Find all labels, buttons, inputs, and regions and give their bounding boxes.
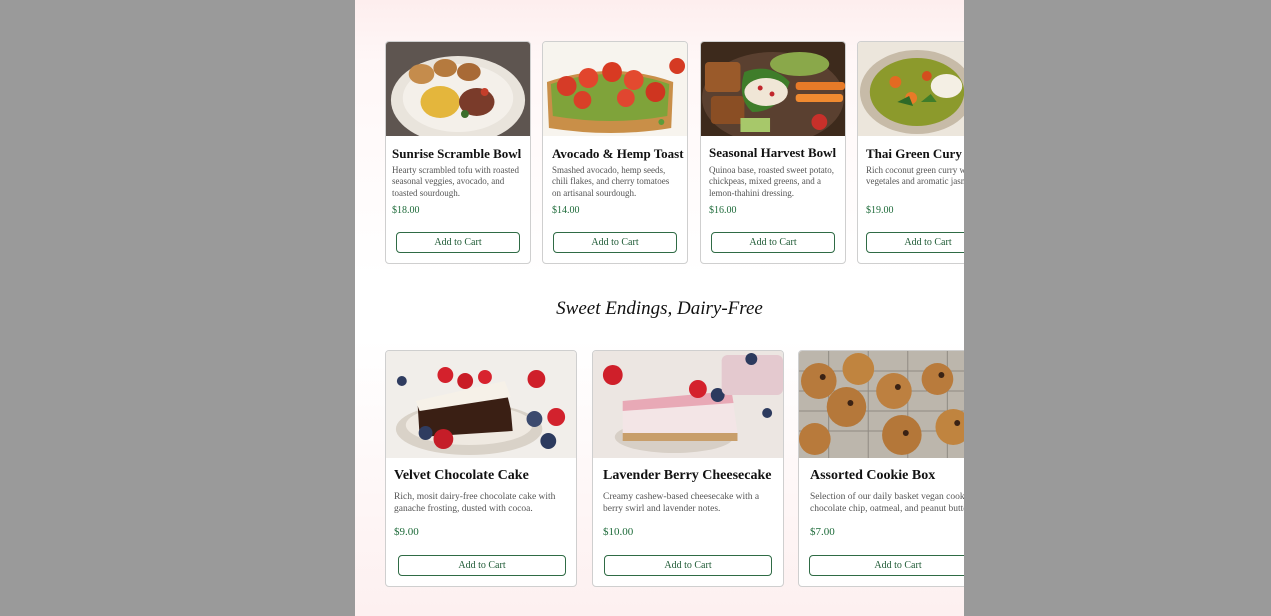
menu-page: Sunrise Scramble Bowl Hearty scrambled t… — [355, 0, 964, 616]
add-to-cart-button[interactable]: Add to Cart — [866, 232, 964, 253]
card-description: Selection of our daily basket vegan cook… — [810, 492, 964, 514]
card-description: Rich coconut green curry with vegetales … — [866, 165, 964, 187]
card-title: Velvet Chocolate Cake — [394, 468, 529, 483]
card-title: Thai Green Cury — [866, 146, 962, 161]
dessert-section-heading: Sweet Endings, Dairy-Free — [556, 298, 763, 319]
menu-card-sunrise-scramble: Sunrise Scramble Bowl Hearty scrambled t… — [385, 41, 531, 264]
cookie-box-photo — [799, 351, 964, 458]
add-to-cart-button[interactable]: Add to Cart — [396, 232, 520, 253]
card-title: Sunrise Scramble Bowl — [392, 146, 522, 161]
chocolate-cake-photo — [386, 351, 576, 458]
card-title: Lavender Berry Cheesecake — [603, 468, 772, 483]
card-title: Assorted Cookie Box — [810, 468, 936, 483]
card-description: Rich, mosit dairy-free chocolate cake wi… — [394, 492, 556, 514]
card-price: $19.00 — [866, 205, 894, 216]
card-title: Avocado & Hemp Toast — [552, 146, 684, 161]
card-price: $18.00 — [392, 205, 420, 216]
card-price: $14.00 — [552, 205, 580, 216]
card-title: Seasonal Harvest Bowl — [709, 145, 837, 160]
avocado-toast-photo — [543, 42, 687, 136]
add-to-cart-button[interactable]: Add to Cart — [553, 232, 677, 253]
card-description: Creamy cashew-based cheesecake with a be… — [603, 492, 760, 514]
menu-card-avocado-toast: Avocado & Hemp Toast Smashed avocado, he… — [542, 41, 688, 264]
card-price: $7.00 — [810, 526, 835, 538]
menu-card-thai-curry: Thai Green Cury Rich coconut green curry… — [857, 41, 964, 264]
add-to-cart-button[interactable]: Add to Cart — [604, 555, 772, 576]
card-price: $16.00 — [709, 205, 737, 216]
harvest-bowl-photo — [701, 42, 845, 136]
card-description: Hearty scrambled tofu with roasted seaso… — [392, 165, 519, 198]
add-to-cart-button[interactable]: Add to Cart — [398, 555, 566, 576]
card-price: $10.00 — [603, 526, 634, 538]
menu-card-harvest-bowl: Seasonal Harvest Bowl Quinoa base, roast… — [700, 41, 846, 264]
card-price: $9.00 — [394, 526, 419, 538]
card-description: Quinoa base, roasted sweet potato, chick… — [709, 165, 834, 198]
card-description: Smashed avocado, hemp seeds, chili flake… — [552, 165, 670, 198]
menu-card-lavender-cheesecake: Lavender Berry Cheesecake Creamy cashew-… — [592, 350, 784, 587]
thai-curry-photo — [858, 42, 964, 136]
add-to-cart-button[interactable]: Add to Cart — [711, 232, 835, 253]
add-to-cart-button[interactable]: Add to Cart — [809, 555, 964, 576]
menu-card-chocolate-cake: Velvet Chocolate Cake Rich, mosit dairy-… — [385, 350, 577, 587]
sunrise-scramble-photo — [386, 42, 530, 136]
menu-card-cookie-box: Assorted Cookie Box Selection of our dai… — [798, 350, 964, 587]
lavender-cheesecake-photo — [593, 351, 783, 458]
